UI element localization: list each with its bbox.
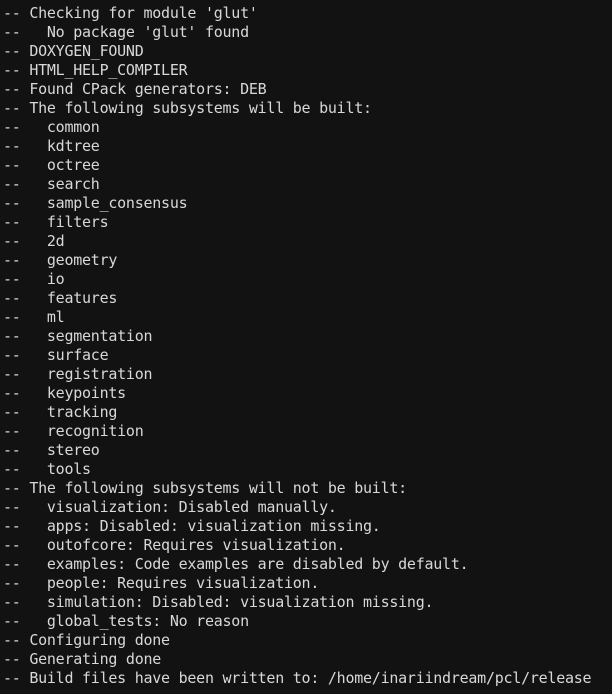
terminal-line: -- kdtree (3, 137, 100, 155)
terminal-output-pane[interactable]: -- Checking for module 'glut' -- No packa… (0, 0, 612, 694)
terminal-line: -- tracking (3, 403, 118, 421)
terminal-line: -- common (3, 118, 100, 136)
terminal-line: -- No package 'glut' found (3, 23, 249, 41)
terminal-line: -- 2d (3, 232, 65, 250)
terminal-line: -- features (3, 289, 118, 307)
terminal-line: -- Generating done (3, 650, 162, 668)
terminal-line: -- Configuring done (3, 631, 170, 649)
terminal-line: -- The following subsystems will be buil… (3, 99, 372, 117)
terminal-line: -- ml (3, 308, 65, 326)
terminal-line: -- visualization: Disabled manually. (3, 498, 337, 516)
terminal-line: -- octree (3, 156, 100, 174)
terminal-line: -- global_tests: No reason (3, 612, 249, 630)
terminal-line: -- keypoints (3, 384, 126, 402)
terminal-line: -- HTML_HELP_COMPILER (3, 61, 188, 79)
terminal-line: -- DOXYGEN_FOUND (3, 42, 144, 60)
terminal-line: -- examples: Code examples are disabled … (3, 555, 469, 573)
terminal-line: -- apps: Disabled: visualization missing… (3, 517, 381, 535)
terminal-line: -- sample_consensus (3, 194, 188, 212)
terminal-line: -- Found CPack generators: DEB (3, 80, 267, 98)
terminal-line: -- registration (3, 365, 153, 383)
terminal-line: -- simulation: Disabled: visualization m… (3, 593, 434, 611)
terminal-line: -- io (3, 270, 65, 288)
terminal-line: -- stereo (3, 441, 100, 459)
terminal-line: -- Build files have been written to: /ho… (3, 669, 592, 687)
terminal-line: -- filters (3, 213, 109, 231)
terminal-line: -- recognition (3, 422, 144, 440)
terminal-line: -- search (3, 175, 100, 193)
terminal-line: -- outofcore: Requires visualization. (3, 536, 346, 554)
terminal-line: -- people: Requires visualization. (3, 574, 320, 592)
terminal-line: -- tools (3, 460, 91, 478)
terminal-line: -- surface (3, 346, 109, 364)
terminal-line: -- The following subsystems will not be … (3, 479, 407, 497)
terminal-line: -- Checking for module 'glut' (3, 4, 258, 22)
terminal-line: -- segmentation (3, 327, 153, 345)
terminal-line: -- geometry (3, 251, 118, 269)
